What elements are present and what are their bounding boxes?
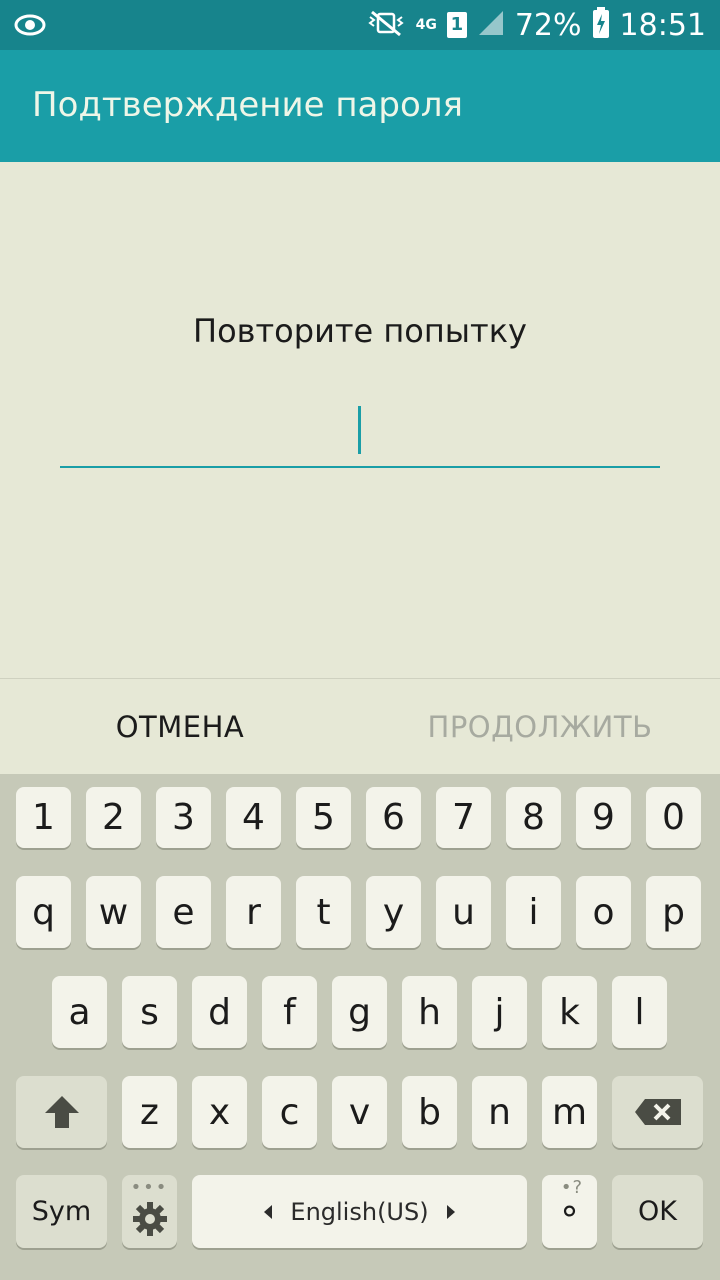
key-u[interactable]: u bbox=[436, 876, 491, 948]
text-cursor bbox=[358, 406, 361, 454]
key-h[interactable]: h bbox=[402, 976, 457, 1048]
battery-percent: 72% bbox=[514, 7, 582, 43]
dialog-actions: ОТМЕНА ПРОДОЛЖИТЬ bbox=[0, 678, 720, 774]
key-f[interactable]: f bbox=[262, 976, 317, 1048]
key-p[interactable]: p bbox=[646, 876, 701, 948]
key-8[interactable]: 8 bbox=[506, 787, 561, 848]
key-i[interactable]: i bbox=[506, 876, 561, 948]
eye-icon bbox=[14, 13, 46, 41]
key-s[interactable]: s bbox=[122, 976, 177, 1048]
backspace-icon bbox=[634, 1099, 681, 1125]
key-j[interactable]: j bbox=[472, 976, 527, 1048]
key-q[interactable]: q bbox=[16, 876, 71, 948]
continue-button[interactable]: ПРОДОЛЖИТЬ bbox=[360, 679, 720, 775]
clock: 18:51 bbox=[619, 7, 706, 43]
key-5[interactable]: 5 bbox=[296, 787, 351, 848]
key-0[interactable]: 0 bbox=[646, 787, 701, 848]
key-4[interactable]: 4 bbox=[226, 787, 281, 848]
language-label: English(US) bbox=[290, 1197, 429, 1226]
key-e[interactable]: e bbox=[156, 876, 211, 948]
settings-more-dots: ••• bbox=[130, 1177, 169, 1198]
page-title: Подтверждение пароля bbox=[32, 85, 463, 125]
vibrate-mute-icon bbox=[366, 8, 406, 42]
key-d[interactable]: d bbox=[192, 976, 247, 1048]
battery-charging-icon bbox=[592, 7, 610, 43]
network-type: 4G bbox=[415, 17, 437, 33]
key-6[interactable]: 6 bbox=[366, 787, 421, 848]
language-right-arrow-icon bbox=[445, 1198, 457, 1226]
backspace-key[interactable] bbox=[612, 1076, 703, 1148]
password-field[interactable] bbox=[60, 382, 660, 468]
punctuation-label: ° bbox=[560, 1200, 579, 1241]
key-m[interactable]: m bbox=[542, 1076, 597, 1148]
sim-indicator: 1 bbox=[446, 12, 467, 38]
cancel-button[interactable]: ОТМЕНА bbox=[0, 679, 360, 775]
content-area: Повторите попытку bbox=[0, 162, 720, 678]
shift-key[interactable] bbox=[16, 1076, 107, 1148]
app-bar: Подтверждение пароля bbox=[0, 50, 720, 162]
key-n[interactable]: n bbox=[472, 1076, 527, 1148]
status-bar: 4G 1 72% 18:51 bbox=[0, 0, 720, 50]
key-2[interactable]: 2 bbox=[86, 787, 141, 848]
language-left-arrow-icon bbox=[262, 1198, 274, 1226]
key-l[interactable]: l bbox=[612, 976, 667, 1048]
key-b[interactable]: b bbox=[402, 1076, 457, 1148]
punctuation-hint: •? bbox=[560, 1177, 583, 1198]
key-v[interactable]: v bbox=[332, 1076, 387, 1148]
space-key[interactable]: English(US) bbox=[192, 1175, 527, 1248]
ok-key[interactable]: OK bbox=[612, 1175, 703, 1248]
shift-arrow-icon bbox=[44, 1096, 79, 1128]
sym-key[interactable]: Sym bbox=[16, 1175, 107, 1248]
key-1[interactable]: 1 bbox=[16, 787, 71, 848]
key-o[interactable]: o bbox=[576, 876, 631, 948]
key-3[interactable]: 3 bbox=[156, 787, 211, 848]
key-a[interactable]: a bbox=[52, 976, 107, 1048]
password-prompt: Повторите попытку bbox=[193, 312, 527, 350]
key-k[interactable]: k bbox=[542, 976, 597, 1048]
key-9[interactable]: 9 bbox=[576, 787, 631, 848]
settings-key[interactable]: ••• bbox=[122, 1175, 177, 1248]
key-c[interactable]: c bbox=[262, 1076, 317, 1148]
signal-icon bbox=[477, 9, 505, 41]
key-x[interactable]: x bbox=[192, 1076, 247, 1148]
punctuation-key[interactable]: •? ° bbox=[542, 1175, 597, 1248]
key-w[interactable]: w bbox=[86, 876, 141, 948]
key-z[interactable]: z bbox=[122, 1076, 177, 1148]
key-y[interactable]: y bbox=[366, 876, 421, 948]
gear-icon bbox=[132, 1201, 167, 1236]
key-g[interactable]: g bbox=[332, 976, 387, 1048]
key-7[interactable]: 7 bbox=[436, 787, 491, 848]
key-r[interactable]: r bbox=[226, 876, 281, 948]
key-t[interactable]: t bbox=[296, 876, 351, 948]
soft-keyboard: 1 2 3 4 5 6 7 8 9 0 q w e r t y u i o p … bbox=[0, 774, 720, 1280]
